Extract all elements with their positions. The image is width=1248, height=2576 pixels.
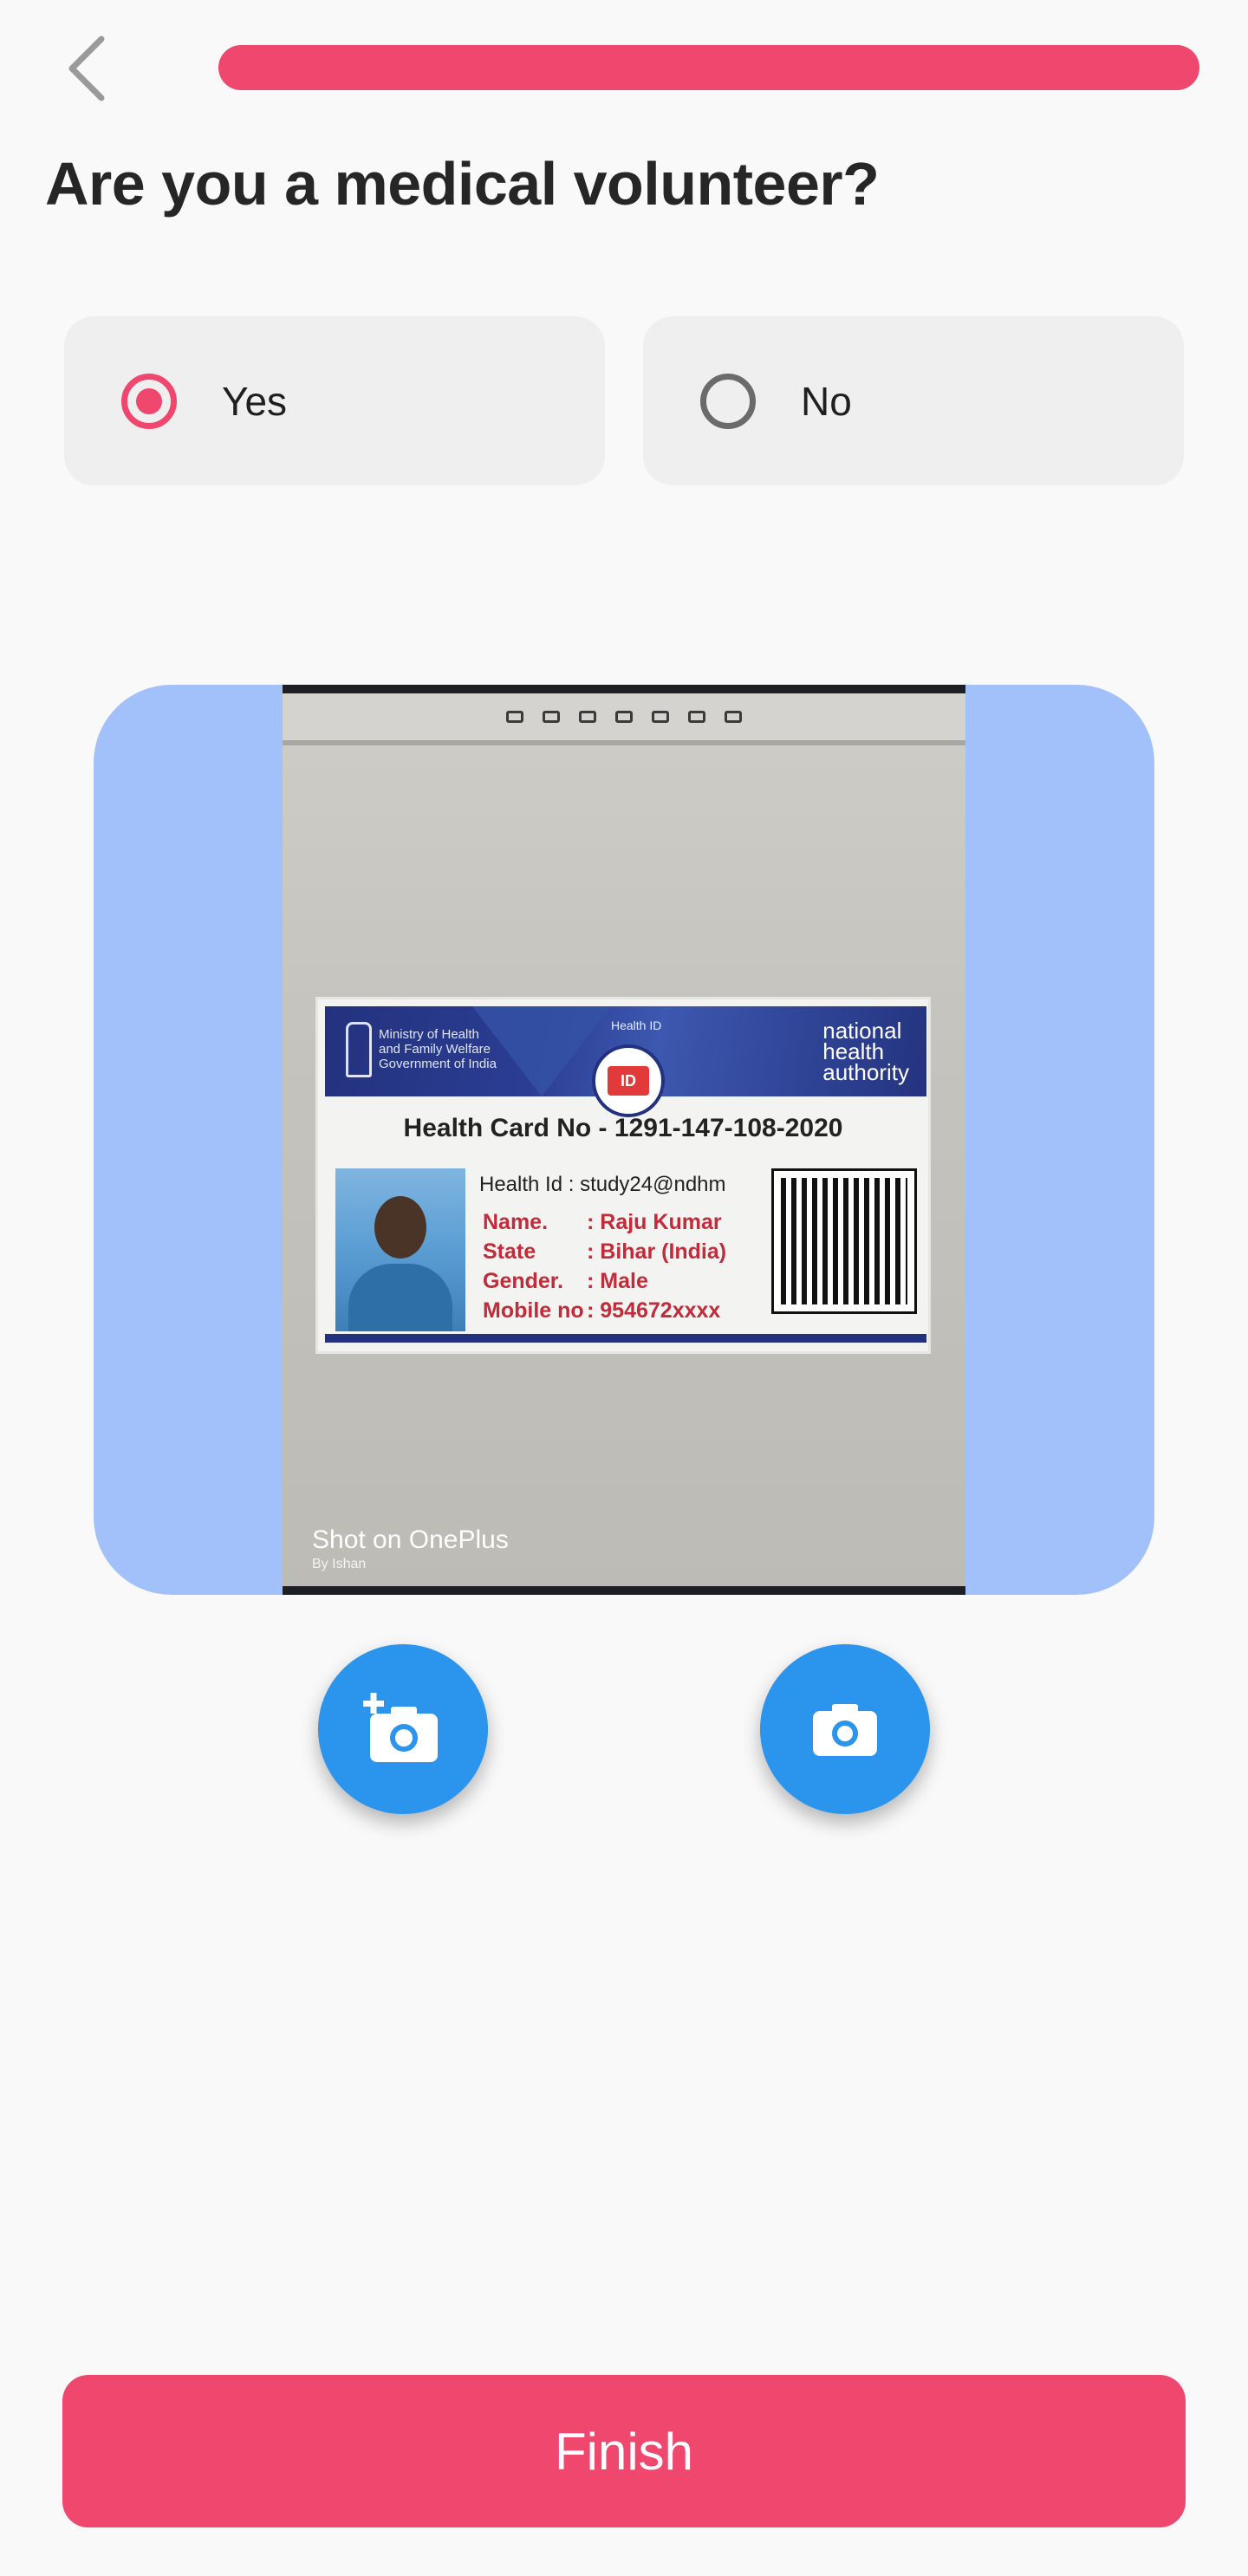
radio-selected-icon[interactable] <box>121 373 177 429</box>
photo-watermark: Shot on OnePlus <box>312 1525 509 1554</box>
chevron-left-icon <box>68 36 105 101</box>
option-label: No <box>801 378 852 424</box>
add-a-photo-icon <box>363 1693 438 1762</box>
card-header-label: Health ID <box>611 1018 662 1032</box>
card-portrait <box>335 1168 465 1331</box>
option-yes[interactable]: Yes <box>64 316 605 485</box>
progress-bar <box>218 45 1199 90</box>
photo-preview: Ministry of Health and Family Welfare Go… <box>94 685 1154 1595</box>
card-header: Ministry of Health and Family Welfare Go… <box>325 1006 926 1117</box>
photo-watermark-sub: By Ishan <box>312 1557 367 1571</box>
qr-code-icon <box>771 1168 917 1314</box>
photo-toolbar <box>283 693 965 745</box>
radio-unselected-icon[interactable] <box>700 373 756 429</box>
card-health-id: Health Id : study24@ndhm <box>479 1173 726 1196</box>
emblem-icon <box>346 1022 372 1077</box>
card-fields: Name.: Raju Kumar State: Bihar (India) G… <box>483 1210 727 1323</box>
authority-text: national health authority <box>822 1018 909 1085</box>
add-photo-button[interactable] <box>318 1644 488 1814</box>
health-id-logo: ID <box>592 1044 665 1117</box>
uploaded-photo: Ministry of Health and Family Welfare Go… <box>283 685 965 1595</box>
card-number: Health Card No - 1291-147-108-2020 <box>403 1114 843 1142</box>
option-label: Yes <box>222 378 288 424</box>
health-id-card: Ministry of Health and Family Welfare Go… <box>315 997 931 1354</box>
camera-icon <box>813 1704 877 1756</box>
camera-button[interactable] <box>760 1644 930 1814</box>
page-title: Are you a medical volunteer? <box>45 150 880 218</box>
back-button[interactable] <box>52 29 121 107</box>
finish-button[interactable]: Finish <box>62 2375 1186 2527</box>
ministry-text: Ministry of Health and Family Welfare Go… <box>379 1027 497 1071</box>
option-no[interactable]: No <box>643 316 1184 485</box>
